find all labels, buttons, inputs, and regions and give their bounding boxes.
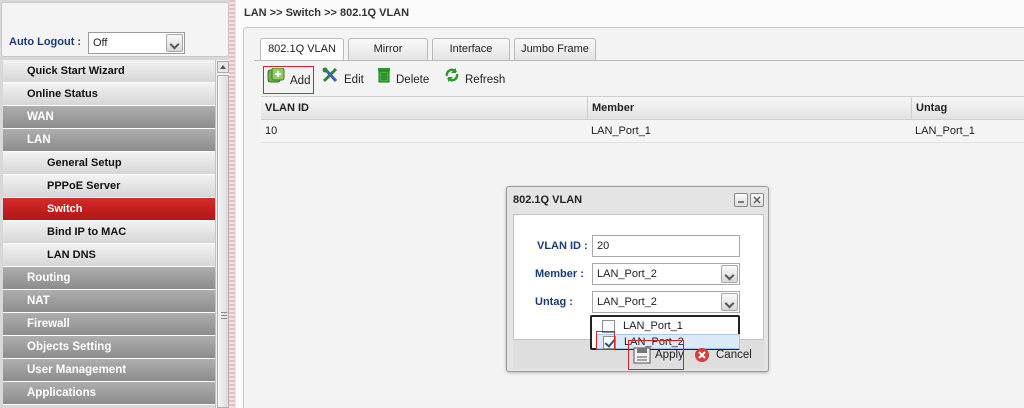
edit-label: Edit [344, 74, 364, 87]
chevron-down-icon[interactable] [166, 34, 183, 52]
cancel-label: Cancel [716, 349, 752, 361]
apply-label: Apply [655, 349, 684, 361]
refresh-label: Refresh [465, 74, 506, 87]
menu-item-wan[interactable]: WAN [3, 106, 215, 129]
refresh-icon [444, 66, 460, 94]
menu-item-routing[interactable]: Routing [3, 267, 215, 290]
untag-select[interactable]: LAN_Port_2 [592, 291, 740, 313]
edit-tools-icon [322, 66, 339, 94]
delete-button[interactable]: Delete [377, 66, 429, 94]
auto-logout-select[interactable]: Off [88, 32, 185, 54]
edit-button[interactable]: Edit [322, 66, 364, 94]
close-icon[interactable] [750, 193, 764, 207]
scroll-thumb[interactable] [217, 75, 229, 408]
menu-item-user-management[interactable]: User Management [3, 359, 215, 382]
cell-vlan-id: 10 [265, 125, 278, 137]
column-header-vlan-id[interactable]: VLAN ID [261, 97, 587, 119]
menu-item-firewall[interactable]: Firewall [3, 313, 215, 336]
add-label: Add [290, 75, 311, 88]
cell-member: LAN_Port_1 [591, 125, 651, 137]
column-header-member[interactable]: Member [587, 97, 911, 119]
save-icon [633, 347, 651, 367]
table-row[interactable]: 10 LAN_Port_1 LAN_Port_1 [261, 120, 1024, 143]
nav-menu: Quick Start Wizard Online Status WAN LAN… [3, 60, 215, 405]
tab-802-1q-vlan[interactable]: 802.1Q VLAN [260, 38, 344, 61]
menu-item-applications[interactable]: Applications [3, 382, 215, 405]
dialog-title: 802.1Q VLAN [513, 194, 583, 206]
vlan-id-value: 20 [597, 240, 610, 252]
tab-divider [254, 60, 1024, 61]
tab-interface[interactable]: Interface [432, 38, 510, 60]
menu-item-nat[interactable]: NAT [3, 290, 215, 313]
vlan-id-input[interactable]: 20 [592, 235, 740, 257]
scroll-up-icon[interactable] [217, 61, 229, 73]
member-value: LAN_Port_2 [597, 268, 657, 280]
column-header-untag[interactable]: Untag [911, 97, 1024, 119]
member-select[interactable]: LAN_Port_2 [592, 263, 740, 285]
menu-item-online-status[interactable]: Online Status [3, 83, 215, 106]
menu-item-pppoe-server[interactable]: PPPoE Server [3, 175, 215, 198]
refresh-button[interactable]: Refresh [444, 66, 505, 94]
add-icon [267, 67, 285, 95]
untag-label: Untag : [535, 296, 573, 308]
breadcrumb: LAN >> Switch >> 802.1Q VLAN [244, 7, 410, 19]
delete-label: Delete [396, 74, 430, 87]
cell-untag: LAN_Port_1 [915, 125, 975, 137]
auto-logout-value: Off [93, 37, 108, 49]
option-label: LAN_Port_1 [623, 320, 683, 332]
chevron-down-icon[interactable] [721, 293, 738, 311]
minimize-icon[interactable] [734, 193, 748, 207]
tab-mirror[interactable]: Mirror [348, 38, 428, 60]
left-sidebar: Auto Logout : Off Quick Start Wizard Onl… [0, 0, 232, 408]
table-header: VLAN ID Member Untag [261, 96, 1024, 120]
grip-icon [221, 312, 227, 319]
frame-divider[interactable] [229, 0, 235, 408]
cancel-x-icon [694, 347, 710, 366]
menu-item-bind-ip-to-mac[interactable]: Bind IP to MAC [3, 221, 215, 244]
add-button[interactable]: Add [263, 66, 315, 95]
auto-logout-box: Auto Logout : Off [1, 2, 229, 57]
untag-value: LAN_Port_2 [597, 296, 657, 308]
apply-button[interactable]: Apply [628, 340, 684, 370]
menu-item-quick-start-wizard[interactable]: Quick Start Wizard [3, 60, 215, 83]
menu-item-objects-setting[interactable]: Objects Setting [3, 336, 215, 359]
untag-option-lan-port-1[interactable]: LAN_Port_1 [596, 319, 740, 334]
menu-item-lan[interactable]: LAN [3, 129, 215, 152]
checkbox-highlight [596, 331, 615, 350]
tab-jumbo-frame[interactable]: Jumbo Frame [514, 38, 596, 60]
chevron-down-icon[interactable] [721, 265, 738, 283]
menu-item-switch[interactable]: Switch [3, 198, 215, 221]
vlan-id-label: VLAN ID : [537, 240, 588, 252]
menu-scrollbar[interactable] [215, 60, 229, 408]
auto-logout-label: Auto Logout : [9, 36, 82, 48]
trash-icon [377, 66, 391, 94]
menu-item-general-setup[interactable]: General Setup [3, 152, 215, 175]
menu-item-lan-dns[interactable]: LAN DNS [3, 244, 215, 267]
member-label: Member : [535, 268, 584, 280]
